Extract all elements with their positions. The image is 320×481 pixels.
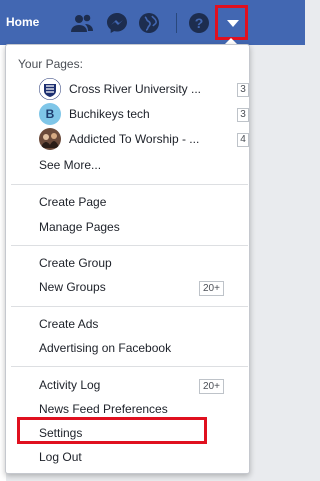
help-icon[interactable]: ?	[187, 11, 211, 35]
page-background-right	[250, 45, 305, 481]
account-dropdown-menu: Your Pages: Cross River University ... 3…	[5, 44, 250, 474]
page-avatar-initial: B	[45, 107, 55, 121]
log-out-item[interactable]: Log Out	[39, 450, 82, 464]
home-link[interactable]: Home	[6, 15, 39, 29]
advertising-on-facebook-item[interactable]: Advertising on Facebook	[39, 341, 171, 355]
svg-text:?: ?	[195, 15, 204, 31]
activity-log-item[interactable]: Activity Log	[39, 378, 100, 392]
create-page-item[interactable]: Create Page	[39, 195, 106, 209]
messenger-icon[interactable]	[105, 11, 129, 35]
your-pages-heading: Your Pages:	[18, 57, 83, 71]
new-groups-badge: 20+	[199, 281, 224, 296]
settings-highlight-box	[17, 417, 207, 444]
page-notification-count: 3	[237, 108, 249, 122]
page-notification-count: 3	[237, 83, 249, 97]
page-item-cross-river[interactable]: Cross River University ... 3	[39, 78, 249, 100]
topbar-divider	[176, 13, 177, 33]
page-item-addicted-to-worship[interactable]: Addicted To Worship - ... 4	[39, 128, 249, 150]
page-name: Addicted To Worship - ...	[69, 132, 200, 146]
chevron-down-icon	[227, 20, 239, 27]
news-feed-preferences-item[interactable]: News Feed Preferences	[39, 402, 168, 416]
activity-log-badge: 20+	[199, 379, 224, 394]
create-group-item[interactable]: Create Group	[39, 256, 112, 270]
page-item-buchikeys[interactable]: B Buchikeys tech 3	[39, 103, 249, 125]
top-navigation-bar: Home ?	[0, 0, 305, 45]
notifications-globe-icon[interactable]	[137, 11, 161, 35]
page-notification-count: 4	[237, 133, 249, 147]
page-avatar-letter: B	[39, 103, 61, 125]
menu-separator	[11, 366, 248, 367]
create-ads-item[interactable]: Create Ads	[39, 317, 98, 331]
menu-separator	[11, 306, 248, 307]
menu-separator	[11, 245, 248, 246]
see-more-pages-link[interactable]: See More...	[39, 158, 101, 172]
menu-separator	[11, 184, 248, 185]
page-avatar-photo-icon	[39, 128, 61, 150]
page-name: Cross River University ...	[69, 82, 202, 96]
new-groups-item[interactable]: New Groups	[39, 280, 106, 294]
friend-requests-icon[interactable]	[70, 11, 94, 35]
page-name: Buchikeys tech	[69, 107, 150, 121]
page-avatar-crest-icon	[39, 78, 61, 100]
manage-pages-item[interactable]: Manage Pages	[39, 220, 120, 234]
account-menu-button[interactable]	[215, 5, 248, 40]
